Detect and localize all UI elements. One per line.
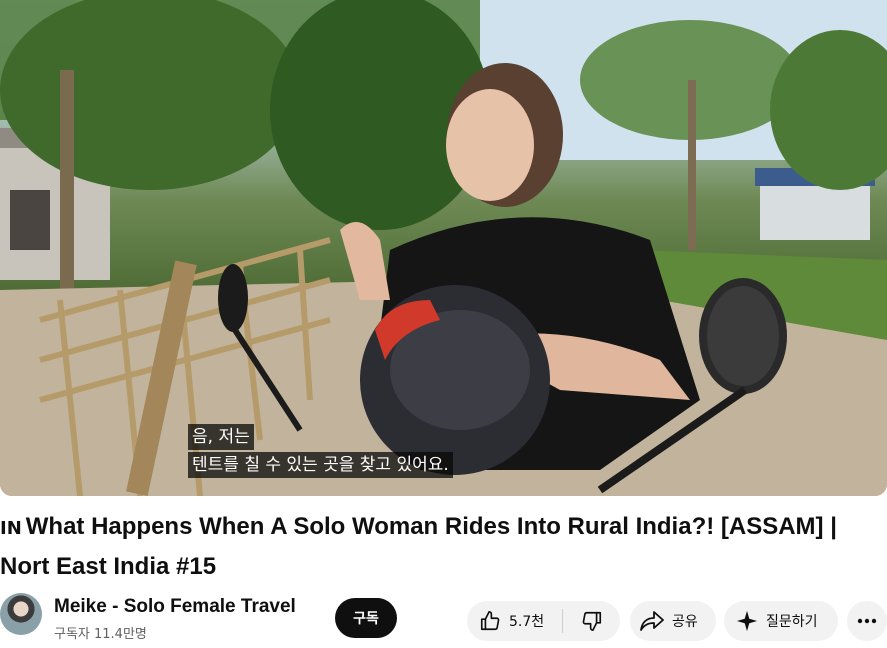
more-actions-button[interactable] <box>847 601 887 641</box>
ask-button[interactable]: 질문하기 <box>724 601 838 641</box>
channel-avatar[interactable] <box>0 593 42 635</box>
subscribe-button[interactable]: 구독 <box>335 598 397 638</box>
video-title: IN What Happens When A Solo Woman Rides I… <box>0 508 887 586</box>
subscriber-count: 구독자 11.4만명 <box>54 627 147 642</box>
owner-row: Meike - Solo Female Travel 구독자 11.4만명 구독… <box>0 592 887 642</box>
dislike-button[interactable] <box>563 601 620 641</box>
country-flag-prefix: IN <box>0 518 22 539</box>
share-arrow-icon <box>640 610 664 632</box>
channel-name[interactable]: Meike - Solo Female Travel <box>54 596 296 618</box>
sparkle-icon <box>736 610 758 632</box>
subtitle-line: 음, 저는 <box>188 424 254 450</box>
share-button[interactable]: 공유 <box>630 601 716 641</box>
like-count: 5.7천 <box>509 614 545 630</box>
video-frame <box>0 0 887 496</box>
ask-label: 질문하기 <box>766 614 818 630</box>
like-dislike-group: 5.7천 <box>467 601 620 641</box>
thumbs-up-icon <box>479 610 501 632</box>
subtitle-line: 텐트를 칠 수 있는 곳을 찾고 있어요. <box>188 452 453 478</box>
subtitle-overlay: 음, 저는 텐트를 칠 수 있는 곳을 찾고 있어요. <box>188 424 453 478</box>
thumbs-down-icon <box>581 610 603 632</box>
more-horizontal-icon <box>857 618 877 624</box>
video-title-text: What Happens When A Solo Woman Rides Int… <box>0 513 837 580</box>
video-player[interactable]: 음, 저는 텐트를 칠 수 있는 곳을 찾고 있어요. <box>0 0 887 496</box>
share-label: 공유 <box>672 614 698 630</box>
like-button[interactable]: 5.7천 <box>467 601 562 641</box>
